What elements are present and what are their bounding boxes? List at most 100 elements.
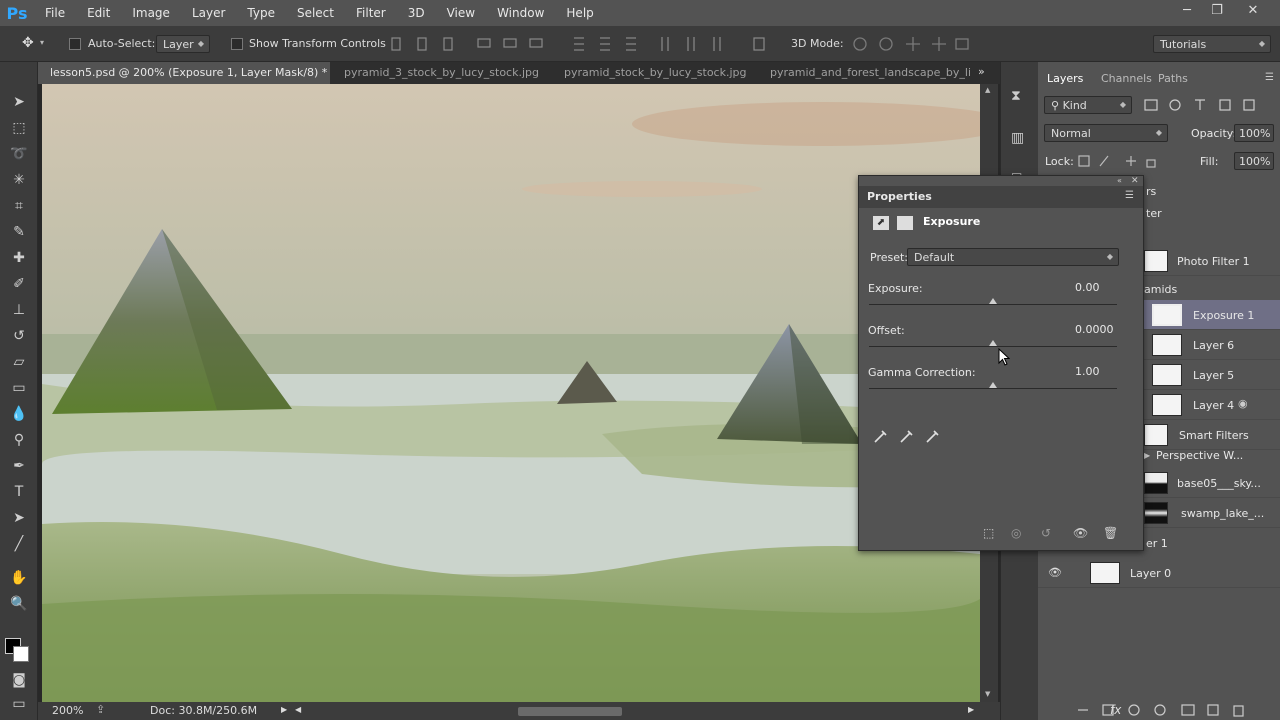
crop-tool-icon[interactable]: ⌗ <box>9 196 29 216</box>
exposure-field[interactable]: 0.00 <box>1075 280 1125 296</box>
histogram-panel-icon[interactable]: ▥ <box>1011 130 1024 146</box>
gamma-slider[interactable] <box>869 388 1117 389</box>
eyedropper-tool-icon[interactable]: ✎ <box>9 222 29 242</box>
status-menu-icon[interactable]: ▶ <box>281 705 287 714</box>
gamma-slider-knob[interactable] <box>989 382 997 388</box>
gradient-tool-icon[interactable]: ▭ <box>9 378 29 398</box>
scroll-left-icon[interactable]: ◀ <box>295 705 301 714</box>
quick-mask-icon[interactable]: ◙ <box>9 670 29 690</box>
blur-tool-icon[interactable]: 💧 <box>9 404 29 424</box>
menu-view[interactable]: View <box>436 0 486 26</box>
filter-perspective-warp[interactable]: Perspective W... <box>1156 449 1243 462</box>
visibility-eye-icon[interactable]: 👁 <box>1048 566 1062 579</box>
preset-dropdown[interactable]: Default ◆ <box>907 248 1119 266</box>
brush-tool-icon[interactable]: ✐ <box>9 274 29 294</box>
view-previous-icon[interactable]: ◎ <box>1011 526 1021 540</box>
tab-paths[interactable]: Paths <box>1158 72 1188 85</box>
layer-row-layer0[interactable]: 👁 Layer 0 <box>1038 558 1280 588</box>
offset-slider-knob[interactable] <box>989 340 997 346</box>
zoom-tool-icon[interactable]: 🔍 <box>9 594 29 614</box>
delete-icon[interactable]: 🗑 <box>1103 526 1118 540</box>
menu-filter[interactable]: Filter <box>345 0 397 26</box>
move-tool-icon[interactable]: ✥ <box>22 35 34 51</box>
dodge-tool-icon[interactable]: ⚲ <box>9 430 29 450</box>
close-panel-icon[interactable]: ✕ <box>1131 176 1139 186</box>
background-color-swatch[interactable] <box>13 646 29 662</box>
lock-icons[interactable] <box>1076 152 1156 170</box>
close-icon[interactable]: ✕ <box>1238 0 1268 22</box>
hand-tool-icon[interactable]: ✋ <box>9 568 29 588</box>
expand-icon[interactable]: ▶ <box>1144 451 1150 460</box>
menu-type[interactable]: Type <box>236 0 286 26</box>
eraser-tool-icon[interactable]: ▱ <box>9 352 29 372</box>
fill-field[interactable]: 100% <box>1234 152 1274 170</box>
marquee-tool-icon[interactable]: ⬚ <box>9 118 29 138</box>
transform-controls-checkbox[interactable] <box>231 38 243 50</box>
scroll-right-icon[interactable]: ▶ <box>968 705 974 714</box>
fx-icon[interactable]: fx <box>1110 703 1121 717</box>
tab-label: pyramid_stock_by_lucy_stock.jpg <box>564 66 747 79</box>
maximize-icon[interactable]: ❐ <box>1202 0 1232 22</box>
auto-select-checkbox[interactable] <box>69 38 81 50</box>
pen-tool-icon[interactable]: ✒ <box>9 456 29 476</box>
history-panel-icon[interactable]: ⧗ <box>1011 88 1021 104</box>
clip-to-layer-icon[interactable]: ⬚ <box>983 526 994 540</box>
eyedropper-icons[interactable] <box>871 426 951 446</box>
exposure-slider-knob[interactable] <box>989 298 997 304</box>
align-distribute-icons[interactable] <box>388 34 768 54</box>
history-brush-icon[interactable]: ↺ <box>9 326 29 346</box>
tab-channels[interactable]: Channels <box>1101 72 1152 85</box>
offset-slider[interactable] <box>869 346 1117 347</box>
tab-pyramid-forest[interactable]: pyramid_and_forest_landscape_by_li <box>758 62 970 84</box>
share-icon[interactable]: ⇪ <box>96 703 105 716</box>
auto-select-dropdown[interactable]: Layer ◆ <box>156 35 210 53</box>
path-select-icon[interactable]: ➤ <box>9 508 29 528</box>
tab-pyramid-stock[interactable]: pyramid_stock_by_lucy_stock.jpg✕ <box>552 62 758 84</box>
workspace-switcher[interactable]: Tutorials ◆ <box>1153 35 1271 53</box>
horizontal-scroll-thumb[interactable] <box>518 707 622 716</box>
tab-lesson5[interactable]: lesson5.psd @ 200% (Exposure 1, Layer Ma… <box>38 62 330 84</box>
tabs-overflow-icon[interactable]: » <box>978 65 985 78</box>
quick-select-tool-icon[interactable]: ✳ <box>9 170 29 190</box>
menu-edit[interactable]: Edit <box>76 0 121 26</box>
menu-image[interactable]: Image <box>121 0 181 26</box>
collapse-panel-icon[interactable]: « <box>1117 176 1122 185</box>
mask-icon[interactable] <box>897 216 913 230</box>
scroll-up-icon[interactable]: ▲ <box>985 86 990 94</box>
layer-filter-kind[interactable]: ⚲ Kind ◆ <box>1044 96 1132 114</box>
exposure-slider[interactable] <box>869 304 1117 305</box>
type-tool-icon[interactable]: T <box>9 482 29 502</box>
menu-3d[interactable]: 3D <box>397 0 436 26</box>
menu-window[interactable]: Window <box>486 0 555 26</box>
scroll-down-icon[interactable]: ▼ <box>985 690 990 698</box>
layer-filter-icons[interactable] <box>1142 96 1262 114</box>
reset-icon[interactable]: ↺ <box>1041 526 1051 540</box>
document-canvas[interactable] <box>42 84 980 702</box>
tool-preset-arrow-icon[interactable]: ▾ <box>40 38 44 47</box>
lasso-tool-icon[interactable]: ➰ <box>9 144 29 164</box>
clone-stamp-icon[interactable]: ⊥ <box>9 300 29 320</box>
tab-pyramid-3-stock[interactable]: pyramid_3_stock_by_lucy_stock.jpg✕ <box>332 62 550 84</box>
screen-mode-icon[interactable]: ▭ <box>9 694 29 714</box>
blend-mode-dropdown[interactable]: Normal ◆ <box>1044 124 1168 142</box>
menu-select[interactable]: Select <box>286 0 345 26</box>
panel-menu-icon[interactable]: ☰ <box>1265 72 1274 83</box>
line-tool-icon[interactable]: ╱ <box>9 534 29 554</box>
zoom-level[interactable]: 200% <box>52 704 83 717</box>
offset-field[interactable]: 0.0000 <box>1075 322 1125 338</box>
layer-panel-footer-icons[interactable] <box>1072 702 1272 718</box>
move-tool-icon[interactable]: ➤ <box>9 92 29 112</box>
visibility-eye-icon[interactable]: 👁 <box>1073 526 1088 540</box>
tab-layers[interactable]: Layers <box>1047 72 1083 85</box>
menu-file[interactable]: File <box>34 0 76 26</box>
adjustment-icon[interactable]: ⬈ <box>873 216 889 230</box>
minimize-icon[interactable]: ─ <box>1172 0 1202 22</box>
panel-menu-icon[interactable]: ☰ <box>1125 190 1134 201</box>
gamma-field[interactable]: 1.00 <box>1075 364 1125 380</box>
menu-layer[interactable]: Layer <box>181 0 236 26</box>
3d-mode-icons[interactable] <box>850 34 980 54</box>
healing-brush-icon[interactable]: ✚ <box>9 248 29 268</box>
layer-name: Photo Filter 1 <box>1177 255 1250 268</box>
menu-help[interactable]: Help <box>555 0 604 26</box>
opacity-field[interactable]: 100% <box>1234 124 1274 142</box>
